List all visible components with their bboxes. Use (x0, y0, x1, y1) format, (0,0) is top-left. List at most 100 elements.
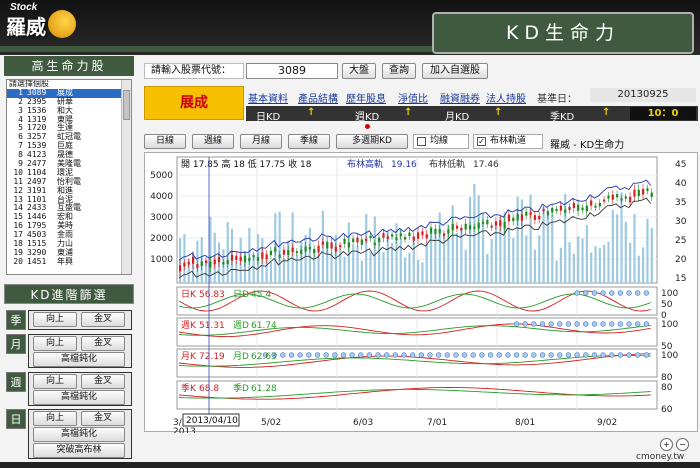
volume-bar (494, 222, 498, 283)
weekly-golden-cross-button[interactable]: 金叉 (81, 374, 125, 389)
daily-kd-label: 日KD (256, 112, 281, 123)
boll-high-value: 19.16 (391, 160, 417, 170)
candle-body (347, 242, 350, 248)
volume-bar (425, 242, 428, 283)
volume-bar (590, 252, 593, 283)
candle-body (378, 237, 381, 243)
candle-body (503, 221, 506, 229)
link-basic-info[interactable]: 基本資料 (248, 90, 288, 105)
high-dull-marker (634, 290, 641, 296)
volume-bar (633, 214, 636, 283)
candle-body (300, 249, 303, 255)
ma-checkbox-box[interactable] (417, 137, 426, 146)
candle-body (499, 220, 502, 227)
daily-high-dull-button[interactable]: 高檔鈍化 (33, 427, 125, 442)
ma-checkbox[interactable]: 均線 (413, 134, 469, 149)
link-dividend-history[interactable]: 歷年股息 (346, 90, 386, 105)
candle-body (313, 248, 316, 254)
base-date-label: 基準日： (537, 94, 577, 105)
link-margin[interactable]: 融資融券 (440, 90, 480, 105)
candle-body (551, 208, 554, 213)
selected-stock-name: 展成 (144, 86, 244, 120)
daily-break-boll-high-button[interactable]: 突破高布林 (33, 443, 125, 458)
volume-bar (598, 248, 601, 283)
scrollbar-thumb[interactable] (123, 90, 130, 120)
high-dull-marker (479, 352, 485, 358)
tab-daily[interactable]: 日線 (144, 134, 186, 149)
weekly-high-dull-button[interactable]: 高檔鈍化 (33, 390, 125, 405)
stock-code-input[interactable]: 3089 (246, 63, 338, 79)
candle-body (572, 202, 575, 209)
high-dull-marker (531, 321, 537, 327)
tab-monthly[interactable]: 月線 (240, 134, 282, 149)
stock-list[interactable]: 請選擇個股 1 3089 展成 2 2395 研華 3 1536 和大 4 1319 東陽 5 1720 生… (6, 79, 132, 275)
monthly-high-dull-button[interactable]: 高檔鈍化 (33, 352, 125, 367)
volume-bar (486, 253, 489, 283)
tab-weekly[interactable]: 週線 (192, 134, 234, 149)
volume-bar (412, 240, 415, 283)
k-label: 月K (181, 351, 197, 362)
candle-body (196, 264, 199, 268)
cursor-date: 2013/04/10 (186, 416, 238, 426)
stock-list-scrollbar[interactable] (121, 80, 131, 274)
bollinger-checkbox-box[interactable]: ✓ (477, 137, 486, 146)
volume-bar (624, 221, 627, 283)
daily-kd-up-icon: ↑ (307, 107, 316, 118)
candle-body (564, 209, 567, 213)
bollinger-checkbox-label: 布林軌道 (490, 136, 527, 146)
price-tick-label: 35 (675, 198, 686, 208)
k-value: 72.19 (199, 352, 225, 362)
candle-body (326, 242, 329, 249)
zoom-in-icon[interactable]: + (660, 438, 673, 451)
candle-body (235, 255, 238, 260)
link-pb-ratio[interactable]: 淨值比 (398, 90, 428, 105)
high-dull-marker (591, 352, 598, 358)
candle-body (507, 214, 511, 222)
query-button[interactable]: 查詢 (382, 63, 416, 79)
tab-quarterly[interactable]: 季線 (288, 134, 330, 149)
volume-tick-label: 2000 (150, 234, 173, 244)
daily-golden-cross-button[interactable]: 金叉 (81, 411, 125, 426)
k-label: 日K (181, 289, 197, 300)
candle-body (334, 246, 337, 252)
bollinger-checkbox[interactable]: ✓ 布林軌道 (473, 134, 543, 149)
high-dull-marker (574, 290, 580, 296)
weekly-up-button[interactable]: 向上 (33, 374, 77, 389)
high-dull-marker (531, 352, 537, 358)
stock-list-item[interactable]: 20 1451 年興 (7, 257, 131, 267)
volume-bar (473, 183, 476, 283)
volume-bar (650, 228, 653, 283)
tab-multi-period-kd[interactable]: 多週期KD (336, 134, 408, 149)
candle-body (187, 261, 190, 265)
kd-tick-label: 80 (661, 383, 673, 393)
x-tick-label: 7/01 (427, 418, 447, 428)
link-institutional[interactable]: 法人持股 (486, 90, 526, 105)
high-dull-marker (487, 352, 494, 358)
zoom-out-icon[interactable]: − (676, 438, 689, 451)
price-tick-label: 25 (675, 236, 686, 246)
monthly-up-button[interactable]: 向上 (33, 336, 77, 351)
volume-bar (334, 234, 337, 283)
volume-bar (620, 192, 623, 283)
kd-chart[interactable]: 5000 4000 3000 2000 1000 45 40 35 30 25 20 15 開 17.8… (144, 152, 698, 437)
add-watchlist-button[interactable]: 加入自選股 (422, 63, 488, 79)
chart-svg: 5000 4000 3000 2000 1000 45 40 35 30 25 20 15 開 17.8… (150, 156, 687, 437)
candle-body (460, 227, 463, 231)
volume-bar (616, 214, 619, 283)
quarterly-golden-cross-button[interactable]: 金叉 (81, 312, 125, 327)
high-dull-marker (583, 321, 589, 327)
high-dull-marker (539, 321, 546, 327)
link-product-structure[interactable]: 產品結構 (298, 90, 338, 105)
candle-body (282, 249, 286, 255)
volume-bar (546, 210, 550, 283)
candle-body (243, 255, 247, 263)
quarterly-up-button[interactable]: 向上 (33, 312, 77, 327)
ma-checkbox-label: 均線 (430, 136, 449, 146)
daily-up-button[interactable]: 向上 (33, 411, 77, 426)
candle-body (369, 235, 372, 239)
volume-bar (585, 225, 588, 283)
monthly-golden-cross-button[interactable]: 金叉 (81, 336, 125, 351)
candle-body (577, 204, 580, 211)
d-label: 日D (233, 289, 249, 300)
market-button[interactable]: 大盤 (342, 63, 376, 79)
